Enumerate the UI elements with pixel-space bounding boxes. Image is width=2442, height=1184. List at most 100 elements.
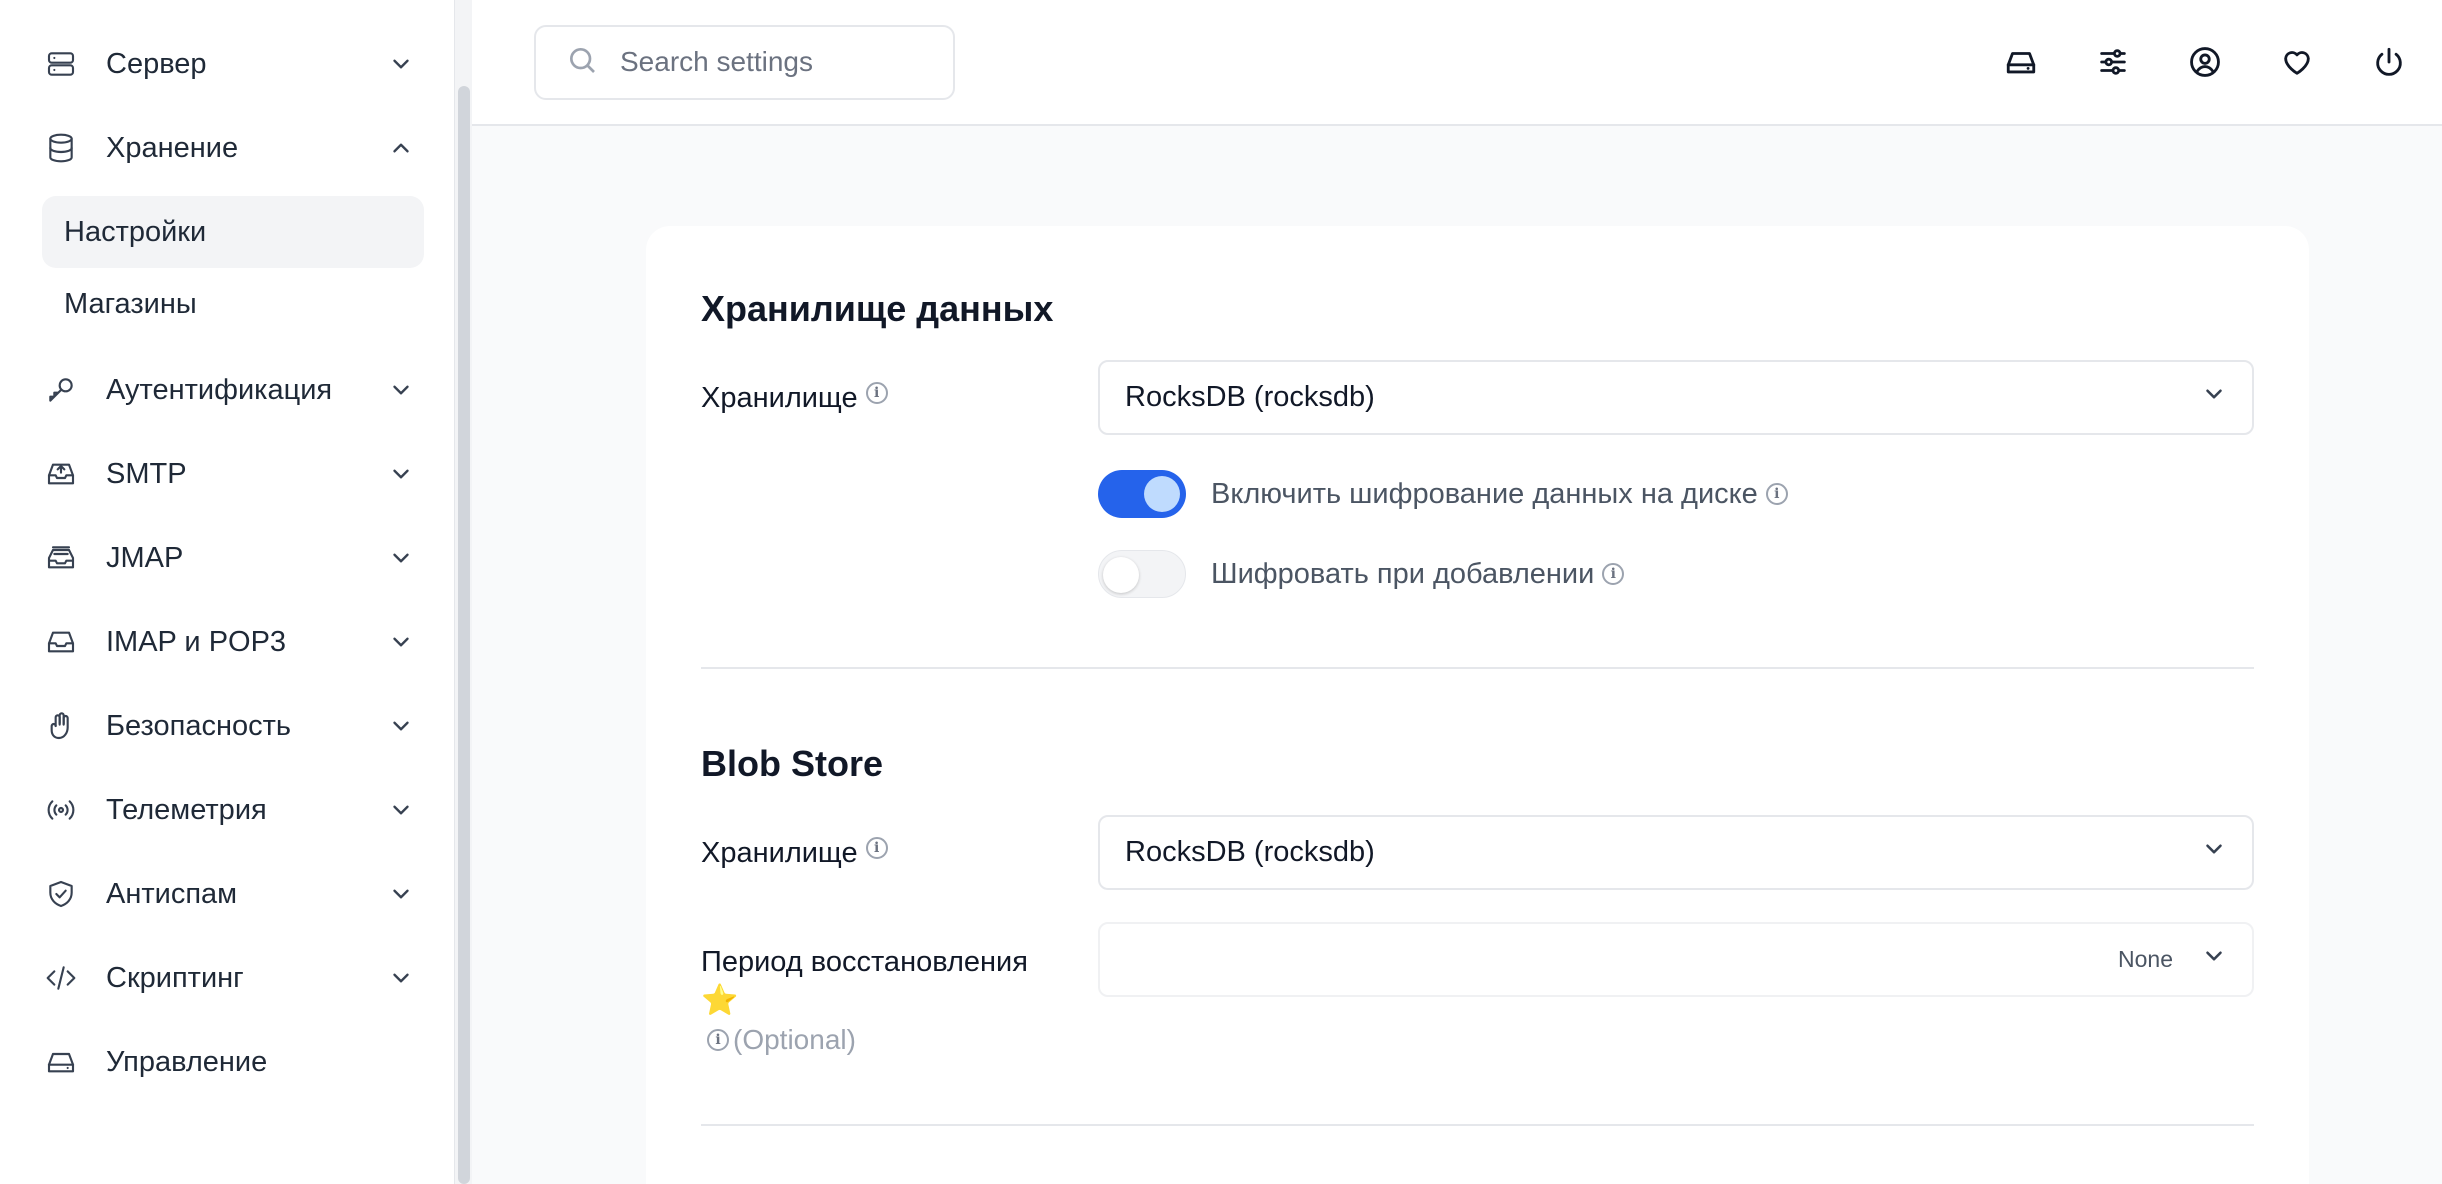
store-label: Хранилище bbox=[701, 837, 858, 869]
sidebar-item-label: Телеметрия bbox=[106, 793, 267, 826]
chevron-down-icon bbox=[388, 713, 414, 739]
sidebar-item-label: Хранение bbox=[106, 131, 239, 164]
main-area: Хранилище данных Хранилище i RocksDB (ro… bbox=[472, 0, 2442, 1184]
field-label: Хранилище i bbox=[701, 360, 1098, 603]
chevron-down-icon bbox=[388, 377, 414, 403]
sidebar-item-storage[interactable]: Хранение bbox=[40, 106, 432, 190]
store-control: RocksDB (rocksdb) Включить шифрование да… bbox=[1098, 360, 2254, 603]
code-icon bbox=[44, 961, 78, 995]
info-icon[interactable]: i bbox=[1765, 483, 1788, 505]
info-icon[interactable]: i bbox=[865, 837, 888, 859]
sidebar-item-label: Скриптинг bbox=[106, 961, 244, 994]
store-label: Хранилище bbox=[701, 382, 858, 414]
inbox-stack-icon bbox=[44, 541, 78, 575]
chevron-down-icon bbox=[388, 965, 414, 991]
chevron-down-icon bbox=[388, 461, 414, 487]
storage-submenu: Настройки Магазины bbox=[40, 190, 432, 348]
sidebar-subitem-settings[interactable]: Настройки bbox=[42, 196, 424, 268]
period-label: Период восстановления bbox=[701, 946, 1028, 978]
field-label: Период восстановления ⭐ i (Optional) bbox=[701, 922, 1098, 1056]
sidebar-item-label: Антиспам bbox=[106, 877, 238, 910]
select-value: None bbox=[2118, 946, 2173, 972]
chevron-down-icon bbox=[2201, 381, 2227, 415]
toggle-row: Включить шифрование данных на диске i bbox=[1098, 465, 2254, 523]
drive-icon bbox=[44, 1045, 78, 1079]
search-input[interactable] bbox=[620, 46, 940, 78]
toggle-label: Включить шифрование данных на диске bbox=[1211, 477, 1758, 510]
toggle-knob bbox=[1103, 557, 1139, 593]
section-title: Хранилище данных bbox=[701, 288, 1054, 329]
toggle-label: Шифровать при добавлении bbox=[1211, 557, 1595, 590]
scrollbar-thumb[interactable] bbox=[458, 86, 470, 1184]
sidebar-item-authentication[interactable]: Аутентификация bbox=[40, 348, 432, 432]
sidebar-item-server[interactable]: Сервер bbox=[40, 22, 432, 106]
search-box[interactable] bbox=[534, 24, 955, 100]
sidebar: Сервер Хранение Настройки Магазины Аутен… bbox=[0, 0, 472, 1184]
sidebar-item-label: SMTP bbox=[106, 457, 187, 490]
sidebar-item-label: Безопасность bbox=[106, 709, 291, 742]
chevron-down-icon bbox=[388, 51, 414, 77]
sliders-icon[interactable] bbox=[2094, 43, 2132, 81]
chevron-down-icon bbox=[2201, 836, 2227, 870]
data-store-section: Хранилище данных Хранилище i RocksDB (ro… bbox=[646, 226, 2309, 603]
key-icon bbox=[44, 373, 78, 407]
sidebar-item-label: Сервер bbox=[106, 47, 207, 80]
encrypt-on-append-toggle[interactable] bbox=[1098, 550, 1186, 598]
signal-icon bbox=[44, 793, 78, 827]
star-icon: ⭐ bbox=[701, 984, 739, 1017]
server-icon bbox=[44, 47, 78, 81]
topbar-actions bbox=[2002, 43, 2408, 81]
drive-icon[interactable] bbox=[2002, 43, 2040, 81]
select-value: RocksDB (rocksdb) bbox=[1125, 836, 1375, 868]
retention-period-select[interactable]: None bbox=[1098, 922, 2254, 997]
sidebar-item-label: Управление bbox=[106, 1045, 268, 1078]
settings-card: Хранилище данных Хранилище i RocksDB (ro… bbox=[646, 226, 2309, 1184]
section-divider bbox=[701, 1124, 2254, 1126]
chevron-down-icon bbox=[2201, 943, 2227, 977]
sidebar-item-antispam[interactable]: Антиспам bbox=[40, 852, 432, 936]
sidebar-subitem-stores[interactable]: Магазины bbox=[42, 268, 424, 340]
section-title: Blob Store bbox=[701, 743, 884, 784]
inbox-upload-icon bbox=[44, 457, 78, 491]
info-icon[interactable]: i bbox=[865, 382, 888, 404]
sidebar-item-label: Аутентификация bbox=[106, 373, 333, 406]
blob-store-select[interactable]: RocksDB (rocksdb) bbox=[1098, 815, 2254, 890]
sidebar-item-security[interactable]: Безопасность bbox=[40, 684, 432, 768]
chevron-down-icon bbox=[388, 629, 414, 655]
hand-icon bbox=[44, 709, 78, 743]
field-label: Хранилище i bbox=[701, 815, 1098, 890]
toggle-row: Шифровать при добавлении i bbox=[1098, 545, 2254, 603]
retention-row: Период восстановления ⭐ i (Optional) Non… bbox=[701, 922, 2254, 1056]
blob-store-row: Хранилище i RocksDB (rocksdb) bbox=[701, 815, 2254, 890]
info-icon[interactable]: i bbox=[1602, 563, 1625, 585]
store-select[interactable]: RocksDB (rocksdb) bbox=[1098, 360, 2254, 435]
chevron-down-icon bbox=[388, 797, 414, 823]
sidebar-item-scripting[interactable]: Скриптинг bbox=[40, 936, 432, 1020]
sidebar-scrollbar[interactable] bbox=[454, 0, 472, 1184]
info-icon[interactable]: i bbox=[707, 1029, 729, 1051]
sidebar-item-imap-pop3[interactable]: IMAP и POP3 bbox=[40, 600, 432, 684]
user-circle-icon[interactable] bbox=[2186, 43, 2224, 81]
chevron-down-icon bbox=[388, 545, 414, 571]
encrypt-at-rest-toggle[interactable] bbox=[1098, 470, 1186, 518]
shield-check-icon bbox=[44, 877, 78, 911]
content-area: Хранилище данных Хранилище i RocksDB (ro… bbox=[472, 126, 2442, 1184]
sidebar-item-management[interactable]: Управление bbox=[40, 1020, 432, 1104]
sidebar-item-jmap[interactable]: JMAP bbox=[40, 516, 432, 600]
sidebar-nav: Сервер Хранение Настройки Магазины Аутен… bbox=[0, 0, 472, 1104]
optional-text: (Optional) bbox=[733, 1024, 856, 1055]
store-row: Хранилище i RocksDB (rocksdb) Включить ш… bbox=[701, 360, 2254, 603]
topbar bbox=[472, 0, 2442, 126]
power-icon[interactable] bbox=[2370, 43, 2408, 81]
sidebar-item-label: JMAP bbox=[106, 541, 184, 574]
chevron-down-icon bbox=[388, 881, 414, 907]
sidebar-item-label: IMAP и POP3 bbox=[106, 625, 287, 658]
optional-hint: i (Optional) bbox=[707, 1024, 856, 1056]
blob-store-section: Blob Store Хранилище i RocksDB (rocksdb) bbox=[646, 669, 2309, 1056]
sidebar-item-smtp[interactable]: SMTP bbox=[40, 432, 432, 516]
sidebar-item-telemetry[interactable]: Телеметрия bbox=[40, 768, 432, 852]
toggle-knob bbox=[1144, 476, 1180, 512]
chevron-up-icon bbox=[388, 135, 414, 161]
heart-icon[interactable] bbox=[2278, 43, 2316, 81]
search-icon bbox=[566, 44, 598, 81]
